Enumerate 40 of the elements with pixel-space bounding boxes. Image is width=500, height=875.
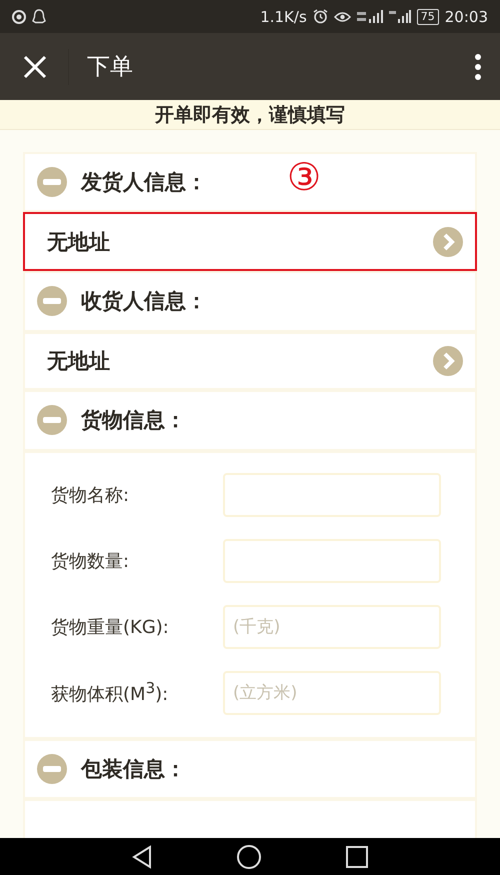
signal-icon — [388, 10, 411, 24]
section-title: 包装信息： — [81, 756, 186, 783]
chevron-right-icon — [433, 346, 463, 376]
address-row[interactable]: 无地址 — [23, 332, 477, 390]
clock-time: 20:03 — [444, 8, 488, 26]
network-speed: 1.1K/s — [260, 8, 307, 26]
collapse-icon[interactable] — [37, 405, 67, 436]
collapse-icon[interactable] — [37, 754, 67, 784]
collapse-icon[interactable] — [37, 167, 67, 198]
section-title: 发货人信息： — [81, 169, 207, 196]
section-header[interactable]: 包装信息： — [23, 738, 477, 799]
section-title: 货物信息： — [81, 407, 186, 434]
section-header[interactable]: 收货人信息： — [23, 271, 477, 332]
battery-level: 75 — [416, 8, 439, 24]
input-field[interactable]: (千克) — [223, 604, 441, 649]
alarm-icon — [312, 9, 328, 24]
step-number: ③ — [287, 158, 322, 196]
field-label: 获物体积(M$^{3}$): — [51, 679, 170, 706]
field-label: 货物名称: — [51, 484, 130, 507]
close-icon[interactable] — [22, 54, 48, 80]
field-label: 货物重量(KG): — [51, 616, 170, 639]
home-icon[interactable] — [236, 844, 262, 870]
signal-icon — [356, 10, 383, 24]
more-menu-icon[interactable] — [474, 52, 482, 80]
field-label: 货物数量: — [51, 550, 130, 573]
input-field[interactable]: (立方米) — [223, 670, 441, 715]
chevron-right-icon — [433, 226, 463, 257]
notice-text: 开单即有效，谨慎填写 — [155, 102, 345, 128]
input-field[interactable] — [223, 538, 441, 583]
back-icon[interactable] — [131, 844, 153, 868]
collapse-icon[interactable] — [37, 286, 67, 316]
address-row[interactable]: 无地址 — [23, 212, 477, 272]
section-title: 收货人信息： — [81, 288, 207, 316]
eye-icon — [334, 10, 351, 22]
section-header[interactable]: 发货人信息： ③ — [23, 152, 477, 212]
input-field[interactable] — [223, 472, 441, 517]
target-icon — [12, 10, 26, 24]
section-header[interactable]: 货物信息： — [23, 390, 477, 451]
recents-icon[interactable] — [345, 844, 369, 868]
page-title: 下单 — [87, 53, 134, 82]
